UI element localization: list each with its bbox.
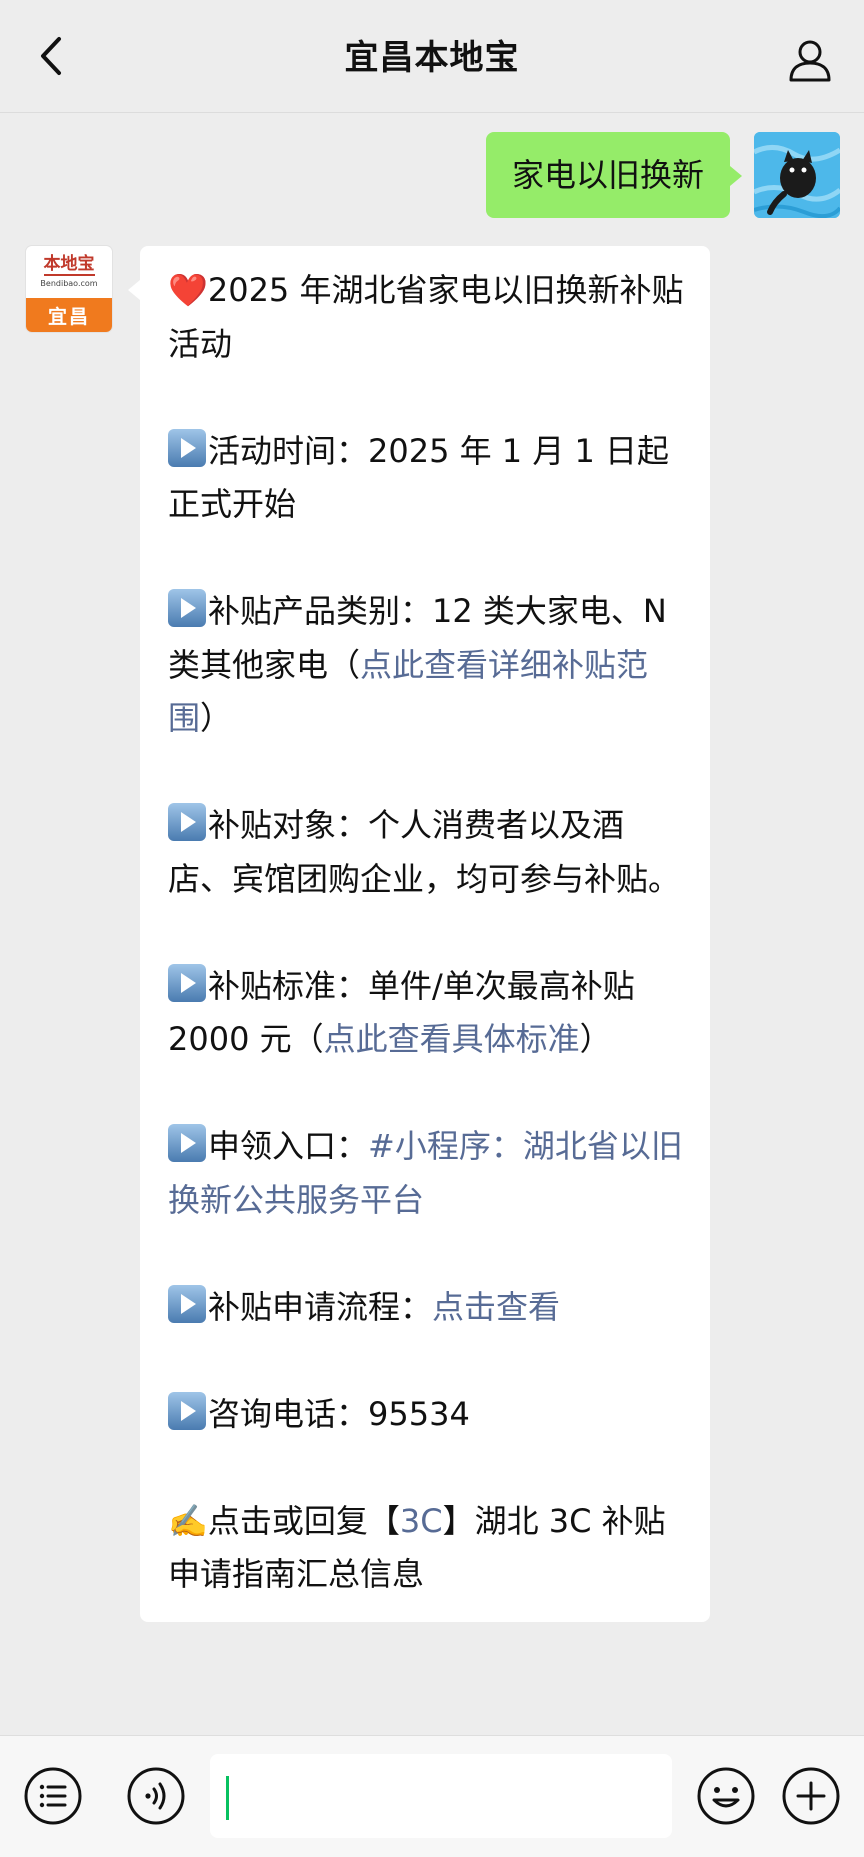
incoming-message-bubble: ❤️2025 年湖北省家电以旧换新补贴活动 活动时间：2025 年 1 月 1 … [128, 246, 710, 1622]
play-button-icon [168, 428, 206, 467]
subsidy-category-suffix: ） [200, 699, 233, 737]
incoming-message-row: 本地宝 Bendibao.com 宜昌 ❤️2025 年湖北省家电以旧换新补贴活… [26, 246, 710, 1622]
message-title-text: 2025 年湖北省家电以旧换新补贴活动 [168, 271, 684, 363]
logo-domain-text: Bendibao.com [40, 279, 98, 288]
profile-button[interactable] [778, 28, 842, 92]
menu-button[interactable] [22, 1765, 84, 1827]
logo-brand-text: 本地宝 [43, 254, 95, 276]
play-button-icon [168, 1391, 206, 1430]
voice-icon [127, 1767, 185, 1825]
chat-header: 宜昌本地宝 [0, 0, 864, 113]
emoji-icon [697, 1767, 755, 1825]
activity-time: 活动时间：2025 年 1 月 1 日起正式开始 [168, 425, 684, 532]
user-avatar[interactable] [754, 132, 840, 218]
text-caret [226, 1776, 229, 1820]
reply-3c-link[interactable]: 3C [400, 1502, 443, 1540]
chat-input-bar [0, 1735, 864, 1857]
subsidy-standard-link[interactable]: 点此查看具体标准 [324, 1020, 580, 1058]
subsidy-standard: 补贴标准：单件/单次最高补贴 2000 元（点此查看具体标准） [168, 960, 684, 1067]
voice-button[interactable] [125, 1765, 187, 1827]
play-button-icon [168, 803, 206, 841]
message-input[interactable] [210, 1754, 672, 1838]
outgoing-message-row: 家电以旧换新 [485, 132, 840, 218]
play-button-icon [168, 1284, 206, 1323]
plus-icon [782, 1767, 840, 1825]
writing-hand-icon: ✍️ [168, 1501, 208, 1540]
menu-list-icon [24, 1767, 82, 1825]
message-title: ❤️2025 年湖北省家电以旧换新补贴活动 [168, 264, 684, 371]
subsidy-standard-suffix: ） [579, 1020, 612, 1058]
footer-note: ✍️点击或回复【3C】湖北 3C 补贴申请指南汇总信息 [168, 1495, 684, 1602]
subsidy-target-text: 补贴对象：个人消费者以及酒店、宾馆团购企业，均可参与补贴。 [168, 806, 681, 898]
subsidy-category: 补贴产品类别：12 类大家电、N 类其他家电（点此查看详细补贴范围） [168, 585, 684, 746]
outgoing-message-bubble[interactable]: 家电以旧换新 [485, 132, 743, 218]
application-entry-text: 申领入口： [208, 1127, 369, 1165]
more-button[interactable] [780, 1765, 842, 1827]
subsidy-target: 补贴对象：个人消费者以及酒店、宾馆团购企业，均可参与补贴。 [168, 799, 684, 906]
heart-icon: ❤️ [168, 271, 208, 309]
play-button-icon [168, 589, 206, 627]
play-button-icon [168, 1124, 206, 1162]
application-process: 补贴申请流程：点击查看 [168, 1281, 684, 1335]
play-button-icon [168, 963, 206, 1002]
profile-icon [789, 40, 831, 82]
process-view-link[interactable]: 点击查看 [432, 1288, 560, 1326]
application-process-text: 补贴申请流程： [208, 1287, 433, 1326]
consult-phone: 咨询电话：95534 [168, 1388, 684, 1442]
chat-title: 宜昌本地宝 [344, 38, 520, 78]
consult-phone-text: 咨询电话：95534 [208, 1394, 470, 1433]
activity-time-text: 活动时间：2025 年 1 月 1 日起正式开始 [168, 431, 670, 524]
bendibao-avatar[interactable]: 本地宝 Bendibao.com 宜昌 [26, 246, 112, 332]
logo-city-text: 宜昌 [26, 298, 112, 332]
bendibao-logo: 本地宝 Bendibao.com [26, 246, 112, 298]
emoji-button[interactable] [695, 1765, 757, 1827]
application-entry: 申领入口：#小程序：湖北省以旧换新公共服务平台 [168, 1120, 684, 1227]
cat-avatar-image [754, 132, 840, 218]
outgoing-message-text: 家电以旧换新 [511, 156, 704, 194]
footer-note-prefix: 点击或回复【 [207, 1501, 400, 1540]
